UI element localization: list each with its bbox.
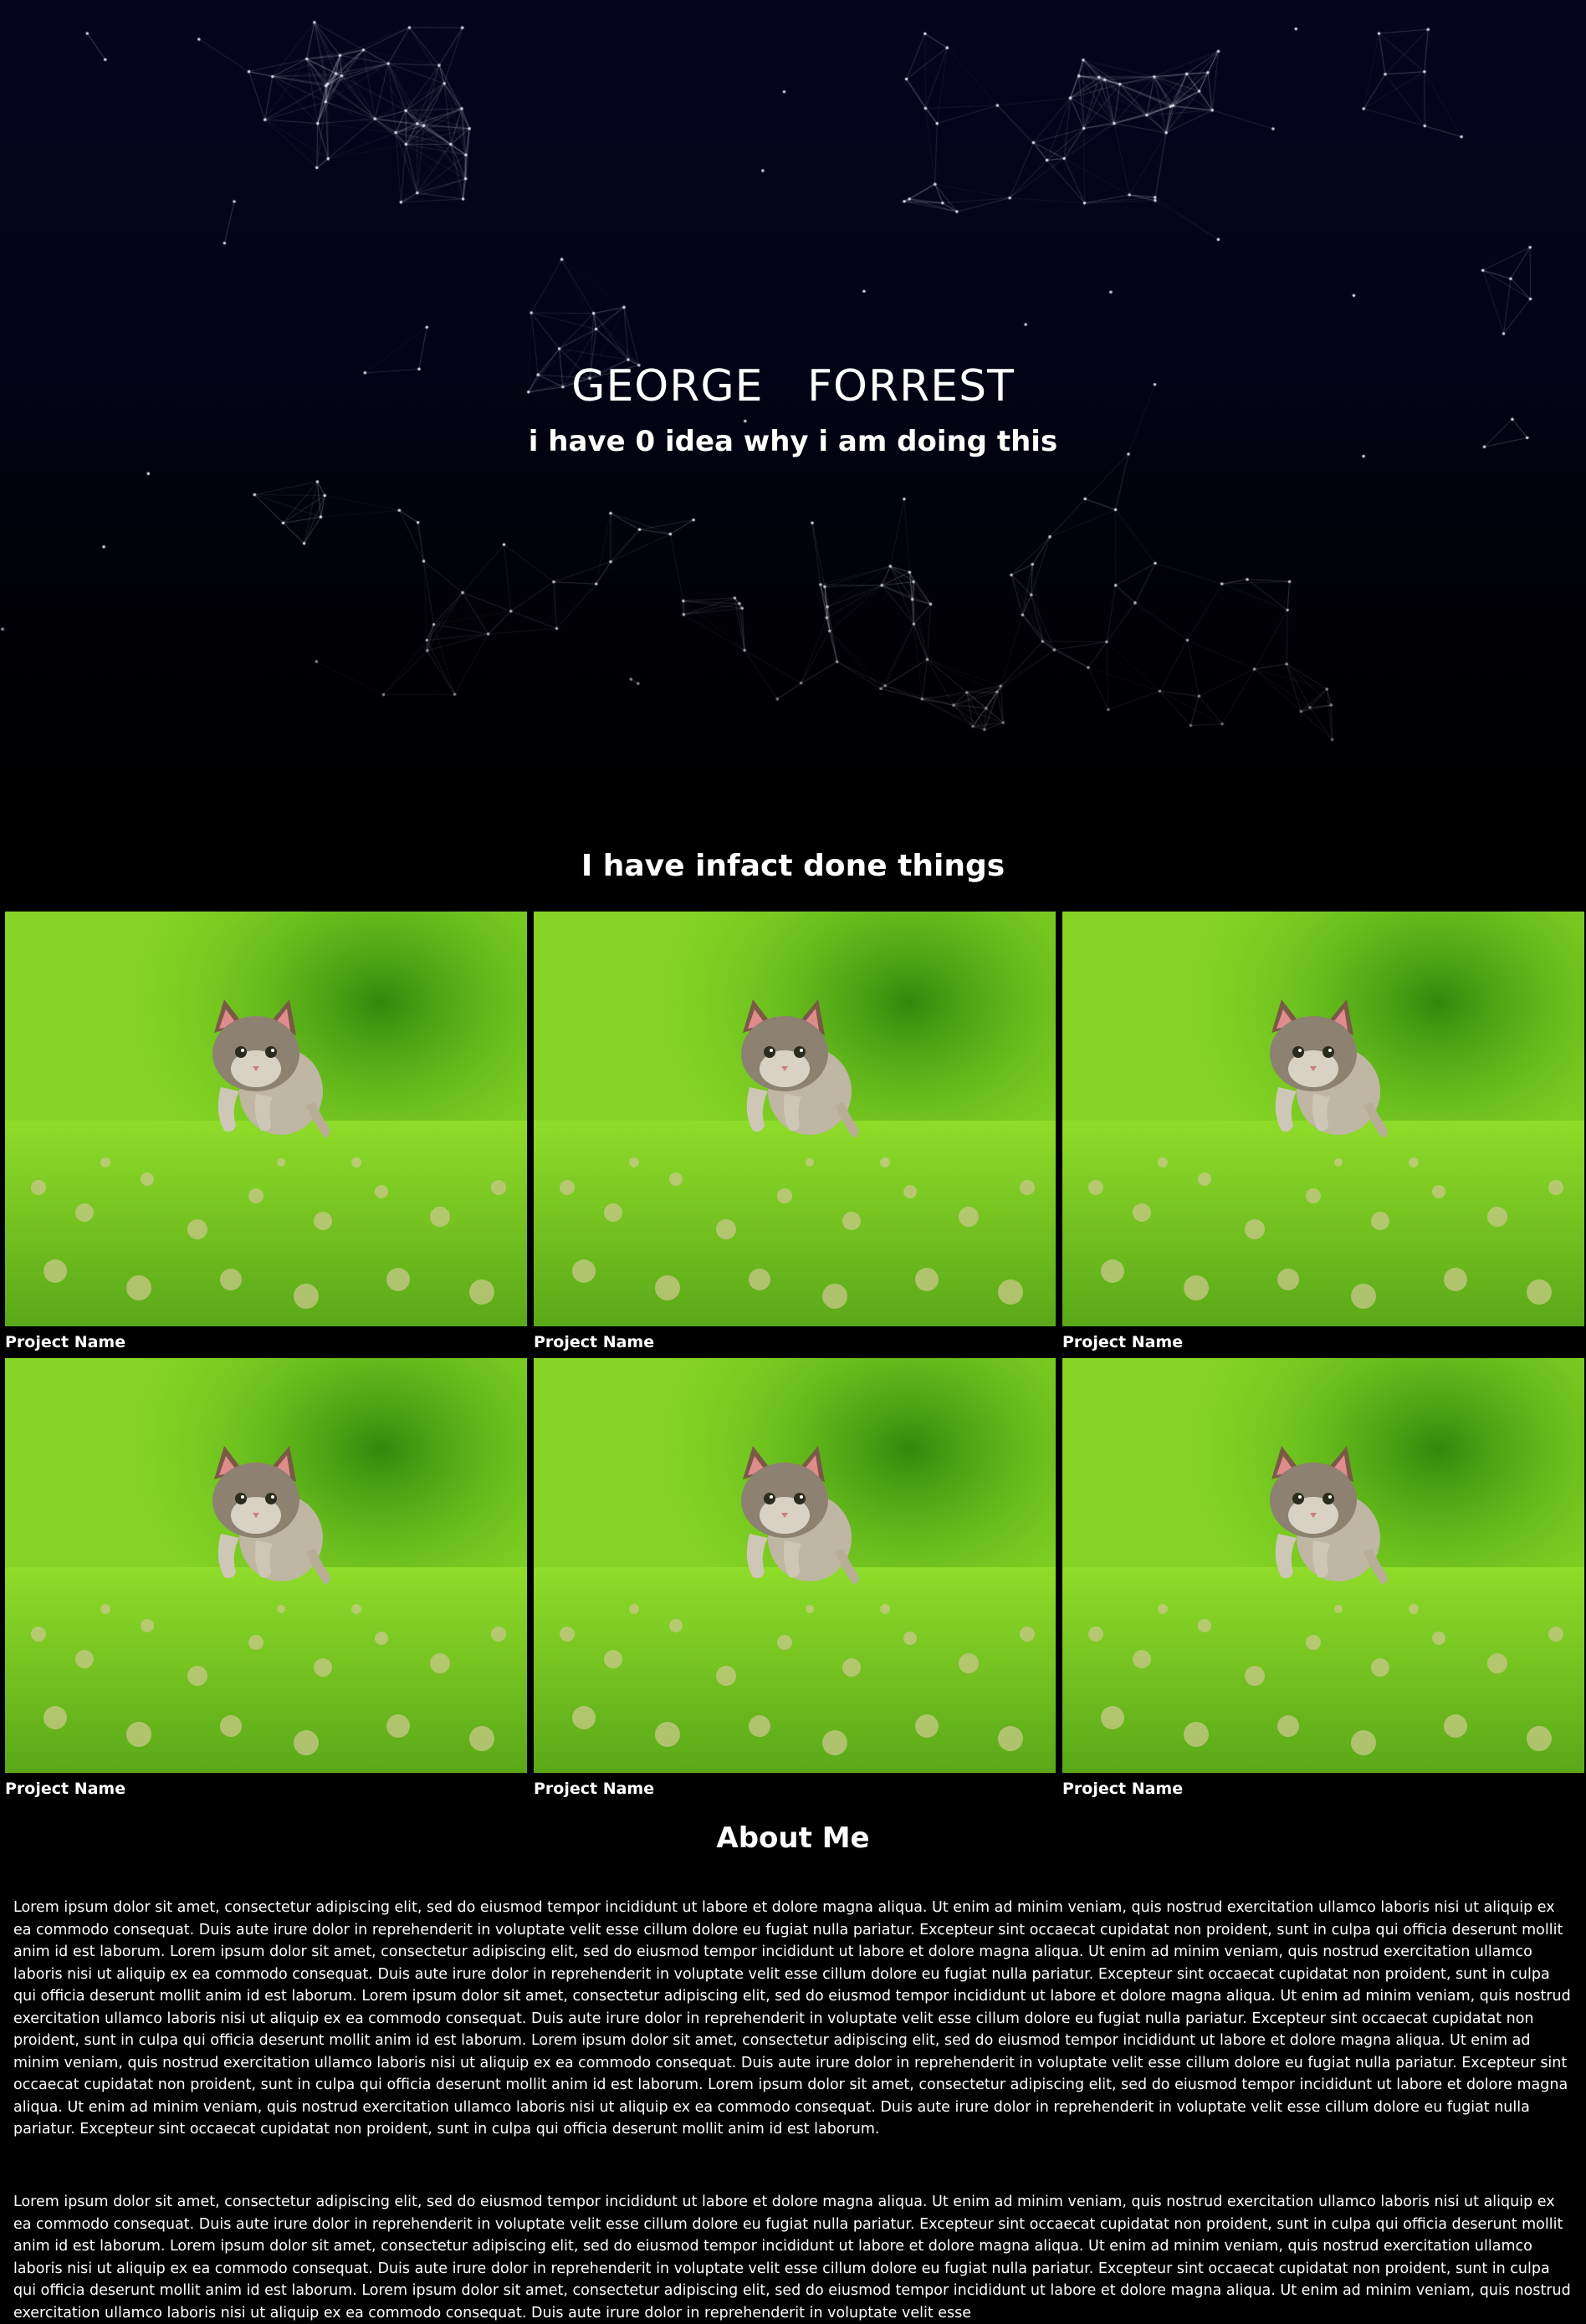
project-thumbnail-image[interactable] — [534, 1358, 1056, 1773]
project-card-3[interactable]: Project Name — [1062, 912, 1584, 1353]
project-name-label[interactable]: Project Name — [534, 1778, 1056, 1800]
project-name-label[interactable]: Project Name — [5, 1331, 527, 1353]
about-paragraph-2: Lorem ipsum dolor sit amet, consectetur … — [13, 2194, 1571, 2321]
project-name-label[interactable]: Project Name — [1062, 1778, 1584, 1800]
project-name-label[interactable]: Project Name — [5, 1778, 527, 1800]
project-thumbnail-image[interactable] — [5, 912, 527, 1326]
project-card-5[interactable]: Project Name — [534, 1358, 1056, 1800]
projects-heading: I have infact done things — [581, 849, 1005, 883]
project-name-label[interactable]: Project Name — [534, 1331, 1056, 1353]
about-heading: About Me — [716, 1821, 870, 1855]
project-name-label[interactable]: Project Name — [1062, 1331, 1584, 1353]
hero-section: GEORGE FORREST i have 0 idea why i am do… — [0, 0, 1586, 820]
about-paragraph-1: Lorem ipsum dolor sit amet, consectetur … — [13, 1899, 1571, 2138]
project-card-6[interactable]: Project Name — [1062, 1358, 1584, 1800]
project-card-2[interactable]: Project Name — [534, 912, 1056, 1353]
project-thumbnail-image[interactable] — [534, 912, 1056, 1326]
project-thumbnail-image[interactable] — [1062, 1358, 1584, 1773]
project-thumbnail-image[interactable] — [5, 1358, 527, 1773]
project-thumbnail-image[interactable] — [1062, 912, 1584, 1326]
project-card-1[interactable]: Project Name — [5, 912, 527, 1353]
hero-tagline: i have 0 idea why i am doing this — [528, 425, 1058, 458]
project-card-4[interactable]: Project Name — [5, 1358, 527, 1800]
hero-name: GEORGE FORREST — [571, 361, 1015, 411]
